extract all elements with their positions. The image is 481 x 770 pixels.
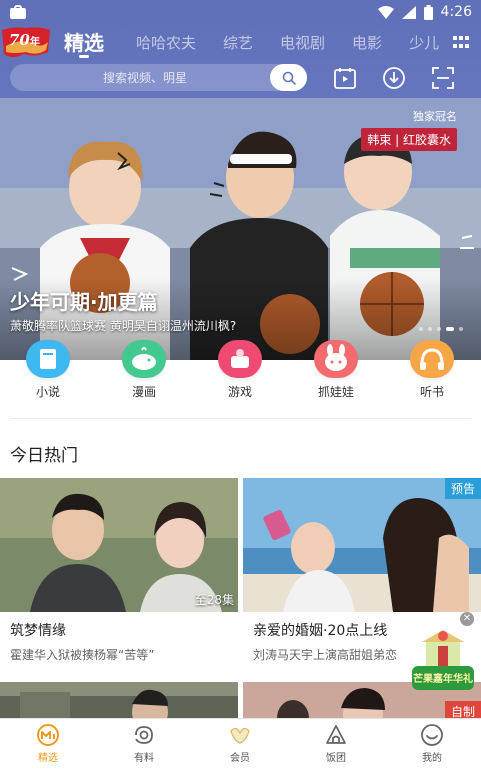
pager-dot[interactable] bbox=[428, 327, 432, 331]
tab-variety[interactable]: 综艺 bbox=[223, 26, 253, 60]
shortcut-row: 小说 漫画 游戏 抓娃娃 听书 bbox=[0, 340, 481, 406]
video-thumbnail: 至28集 bbox=[0, 478, 238, 612]
app: 4:26 70 年 精选 哈哈农夫 综艺 电视剧 电影 少儿 搜索视频、明星 独… bbox=[0, 0, 481, 770]
shortcut-claw-machine[interactable]: 抓娃娃 bbox=[304, 340, 368, 400]
pager-dot[interactable] bbox=[459, 327, 463, 331]
nav-label: 会员 bbox=[230, 753, 250, 764]
battery-icon bbox=[423, 4, 433, 20]
download-icon bbox=[383, 67, 405, 89]
scan-button[interactable] bbox=[430, 65, 456, 91]
video-card[interactable] bbox=[0, 682, 238, 722]
shortcut-label: 小说 bbox=[35, 385, 60, 399]
bunny-icon bbox=[314, 340, 358, 378]
profile-icon bbox=[421, 724, 443, 746]
grid-menu-icon[interactable] bbox=[453, 36, 469, 50]
shortcut-label: 漫画 bbox=[131, 385, 156, 399]
whale-icon bbox=[122, 340, 166, 378]
header: 4:26 70 年 精选 哈哈农夫 综艺 电视剧 电影 少儿 bbox=[0, 0, 481, 98]
scan-icon bbox=[432, 67, 454, 89]
status-bar: 4:26 bbox=[0, 0, 481, 24]
brand-logo[interactable]: 70 年 bbox=[0, 24, 52, 62]
shortcut-novel[interactable]: 小说 bbox=[16, 340, 80, 400]
discover-icon bbox=[135, 726, 153, 744]
promo-float[interactable]: 芒果嘉年华礼 ✕ bbox=[408, 608, 478, 696]
search-input[interactable] bbox=[10, 64, 270, 91]
banner-pager bbox=[419, 327, 463, 331]
video-card[interactable]: 至28集 筑梦情缘 霍建华入狱被揍杨幂“苦等” bbox=[0, 478, 238, 663]
tab-tv-series[interactable]: 电视剧 bbox=[280, 26, 325, 60]
nav-label: 有料 bbox=[134, 753, 154, 764]
status-time: 4:26 bbox=[440, 4, 472, 20]
sponsor-tag-brand: 韩束 | 红胶囊水 bbox=[361, 128, 457, 151]
banner-title: 少年可期·加更篇 bbox=[10, 290, 158, 314]
nav-fan-group[interactable]: 饭团 bbox=[304, 723, 368, 764]
anniversary-logo-icon: 70 年 bbox=[2, 27, 50, 57]
channel-tabs: 精选 哈哈农夫 综艺 电视剧 电影 少儿 bbox=[64, 26, 441, 60]
nav-member[interactable]: 会员 bbox=[208, 723, 272, 764]
pager-dot[interactable] bbox=[437, 327, 441, 331]
shortcut-comics[interactable]: 漫画 bbox=[112, 340, 176, 400]
bottom-navigation: 精选 有料 会员 饭团 我的 bbox=[0, 718, 481, 770]
svg-text:年: 年 bbox=[30, 35, 40, 48]
shortcut-label: 游戏 bbox=[227, 385, 252, 399]
tab-haha-farmer[interactable]: 哈哈农夫 bbox=[136, 26, 196, 60]
pager-dot-active[interactable] bbox=[446, 327, 454, 331]
home-m-icon bbox=[37, 724, 59, 746]
nav-profile[interactable]: 我的 bbox=[400, 723, 464, 764]
schedule-button[interactable] bbox=[332, 65, 358, 91]
tab-movies[interactable]: 电影 bbox=[352, 26, 382, 60]
video-thumbnail: 预告 bbox=[243, 478, 481, 612]
cake-icon bbox=[218, 340, 262, 378]
search-bar bbox=[10, 64, 307, 91]
shopping-bag-icon bbox=[10, 5, 26, 19]
tab-featured[interactable]: 精选 bbox=[64, 26, 104, 60]
search-button[interactable] bbox=[270, 64, 307, 91]
calendar-play-icon bbox=[334, 68, 356, 89]
shortcut-label: 听书 bbox=[419, 385, 444, 399]
banner-subtitle: 萧敬腾率队篮球赛 黄明昊自诩温州流川枫? bbox=[10, 319, 237, 333]
wifi-icon bbox=[377, 5, 394, 19]
shortcut-audiobook[interactable]: 听书 bbox=[400, 340, 464, 400]
section-title: 今日热门 bbox=[10, 446, 78, 466]
episode-count: 至28集 bbox=[194, 593, 234, 607]
pager-dot[interactable] bbox=[419, 327, 423, 331]
shortcut-games[interactable]: 游戏 bbox=[208, 340, 272, 400]
sponsor-tag: 独家冠名 韩束 | 红胶囊水 bbox=[361, 108, 457, 151]
video-thumbnail bbox=[0, 682, 238, 722]
nav-discover[interactable]: 有料 bbox=[112, 723, 176, 764]
search-icon bbox=[282, 71, 296, 85]
nav-featured[interactable]: 精选 bbox=[16, 723, 80, 764]
hero-banner[interactable]: 独家冠名 韩束 | 红胶囊水 少年可期·加更篇 萧敬腾率队篮球赛 黄明昊自诩温州… bbox=[0, 98, 481, 360]
sponsor-tag-title: 独家冠名 bbox=[413, 110, 457, 123]
divider bbox=[10, 418, 471, 419]
svg-text:70: 70 bbox=[9, 31, 30, 49]
cellular-signal-icon bbox=[401, 5, 416, 19]
video-subtitle: 霍建华入狱被揍杨幂“苦等” bbox=[10, 648, 155, 662]
headphones-icon bbox=[410, 340, 454, 378]
preview-badge: 预告 bbox=[444, 478, 481, 499]
nav-label: 我的 bbox=[422, 753, 442, 764]
download-button[interactable] bbox=[381, 65, 407, 91]
status-indicators: 4:26 bbox=[377, 3, 472, 21]
member-icon bbox=[230, 727, 250, 744]
video-title: 筑梦情缘 bbox=[10, 623, 66, 639]
promo-text: 芒果嘉年华礼 bbox=[413, 672, 473, 685]
close-icon[interactable]: ✕ bbox=[460, 612, 474, 626]
tab-kids[interactable]: 少儿 bbox=[409, 26, 439, 60]
nav-label: 精选 bbox=[38, 753, 58, 764]
shortcut-label: 抓娃娃 bbox=[317, 385, 354, 399]
fan-group-icon bbox=[326, 725, 346, 744]
book-icon bbox=[26, 340, 70, 378]
nav-label: 饭团 bbox=[326, 753, 346, 764]
